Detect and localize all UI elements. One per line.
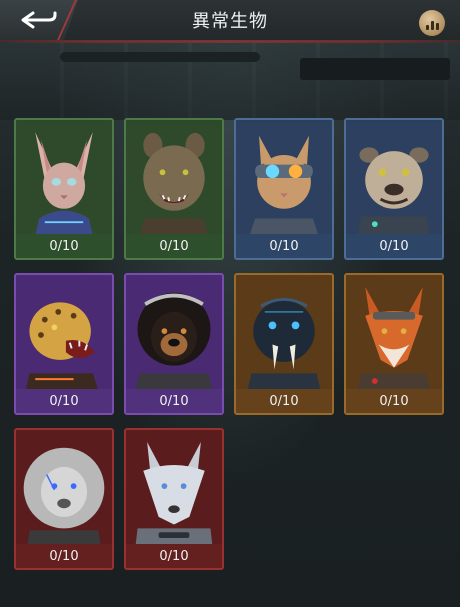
creature-card-leopard[interactable]: 0/10 xyxy=(14,273,114,415)
creature-progress: 0/10 xyxy=(16,544,112,568)
creature-progress: 0/10 xyxy=(16,234,112,258)
creature-card-sabertooth[interactable]: 0/10 xyxy=(234,273,334,415)
ranking-button[interactable] xyxy=(419,10,445,36)
creature-progress: 0/10 xyxy=(16,389,112,413)
top-bar-accent xyxy=(0,40,460,43)
creature-progress: 0/10 xyxy=(346,389,442,413)
goggle-cat-portrait xyxy=(236,120,332,238)
page-title: 異常生物 xyxy=(192,11,268,32)
mastiff-portrait xyxy=(126,275,222,393)
creature-card-bulldog[interactable]: 0/10 xyxy=(344,118,444,260)
creature-card-hyena[interactable]: 0/10 xyxy=(124,118,224,260)
background-pipe xyxy=(300,58,450,80)
creature-progress: 0/10 xyxy=(236,234,332,258)
creature-card-mastiff[interactable]: 0/10 xyxy=(124,273,224,415)
creature-progress: 0/10 xyxy=(126,234,222,258)
bulldog-portrait xyxy=(346,120,442,238)
bar-chart-icon xyxy=(425,25,429,30)
sphynx-cat-portrait xyxy=(16,120,112,238)
creature-card-sphynx-cat[interactable]: 0/10 xyxy=(14,118,114,260)
sabertooth-portrait xyxy=(236,275,332,393)
creature-progress: 0/10 xyxy=(126,544,222,568)
creature-card-lion[interactable]: 0/10 xyxy=(14,428,114,570)
creature-progress: 0/10 xyxy=(236,389,332,413)
creature-progress: 0/10 xyxy=(346,234,442,258)
hyena-portrait xyxy=(126,120,222,238)
lion-portrait xyxy=(16,430,112,548)
fox-portrait xyxy=(346,275,442,393)
background-pipe xyxy=(60,52,260,62)
creature-progress: 0/10 xyxy=(126,389,222,413)
creature-card-goggle-cat[interactable]: 0/10 xyxy=(234,118,334,260)
creature-card-wolf[interactable]: 0/10 xyxy=(124,428,224,570)
wolf-portrait xyxy=(126,430,222,548)
leopard-portrait xyxy=(16,275,112,393)
creature-card-fox[interactable]: 0/10 xyxy=(344,273,444,415)
